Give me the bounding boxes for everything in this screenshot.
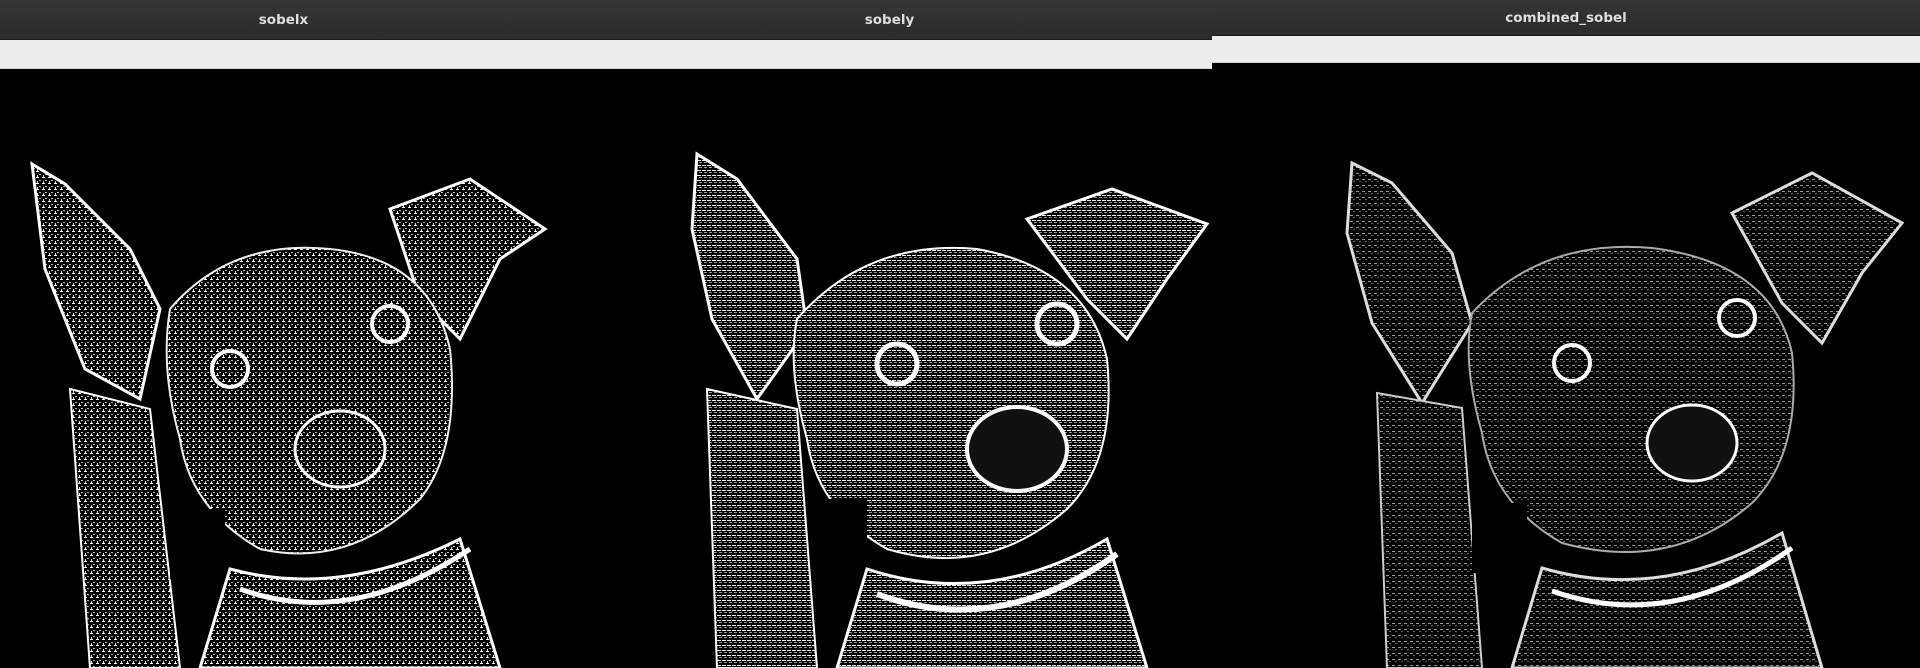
image-canvas-sobelx[interactable] bbox=[0, 69, 567, 668]
desktop: sobelx sobely combined_sobel bbox=[0, 0, 1920, 668]
window-combined-sobel[interactable]: combined_sobel bbox=[1212, 0, 1920, 668]
window-sobely[interactable]: sobely bbox=[567, 0, 1212, 668]
window-titlebar[interactable]: sobelx bbox=[0, 0, 567, 40]
window-title: sobelx bbox=[258, 11, 309, 28]
window-toolbar bbox=[1212, 36, 1920, 63]
dog-edge-image bbox=[690, 151, 1210, 668]
window-title: combined_sobel bbox=[1505, 9, 1627, 26]
window-title: sobely bbox=[864, 11, 915, 28]
window-sobelx[interactable]: sobelx bbox=[0, 0, 567, 668]
window-titlebar[interactable]: combined_sobel bbox=[1212, 0, 1920, 36]
window-toolbar bbox=[567, 40, 1212, 69]
dog-edge-image bbox=[30, 161, 548, 668]
dog-edge-image bbox=[1345, 160, 1905, 668]
image-canvas-combined-sobel[interactable] bbox=[1212, 63, 1920, 668]
window-toolbar bbox=[0, 40, 567, 69]
image-canvas-sobely[interactable] bbox=[567, 69, 1212, 668]
window-titlebar[interactable]: sobely bbox=[567, 0, 1212, 40]
